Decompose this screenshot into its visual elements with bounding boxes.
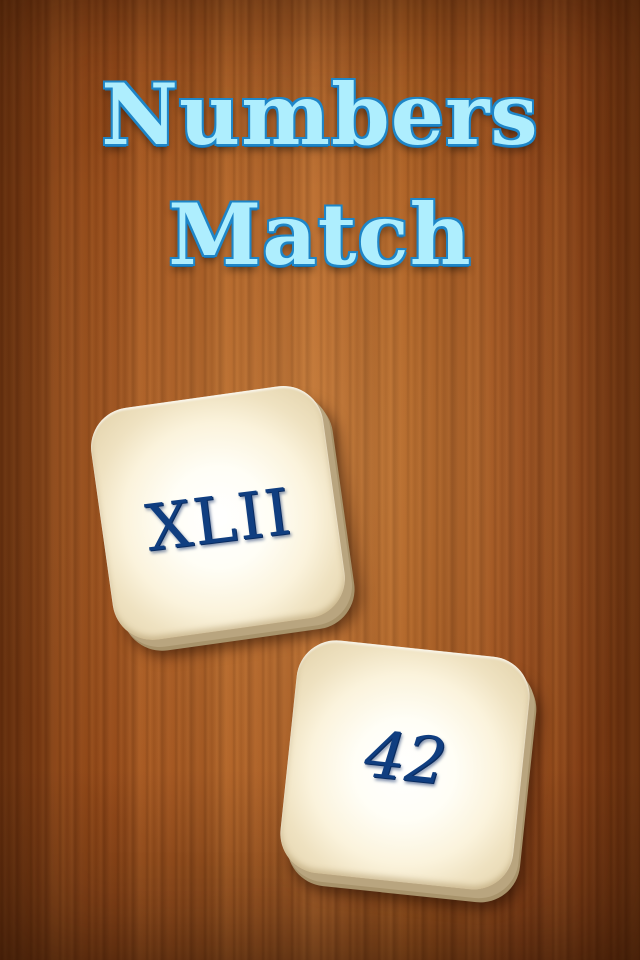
roman-numeral-tile[interactable]: XLII (85, 380, 351, 646)
game-title-line-1: Numbers (101, 65, 539, 164)
roman-numeral-label: XLII (141, 475, 297, 567)
arabic-numeral-tile[interactable]: 42 (276, 636, 534, 894)
game-title-line-2: Match (168, 185, 472, 284)
arabic-numeral-label: 42 (361, 717, 450, 801)
